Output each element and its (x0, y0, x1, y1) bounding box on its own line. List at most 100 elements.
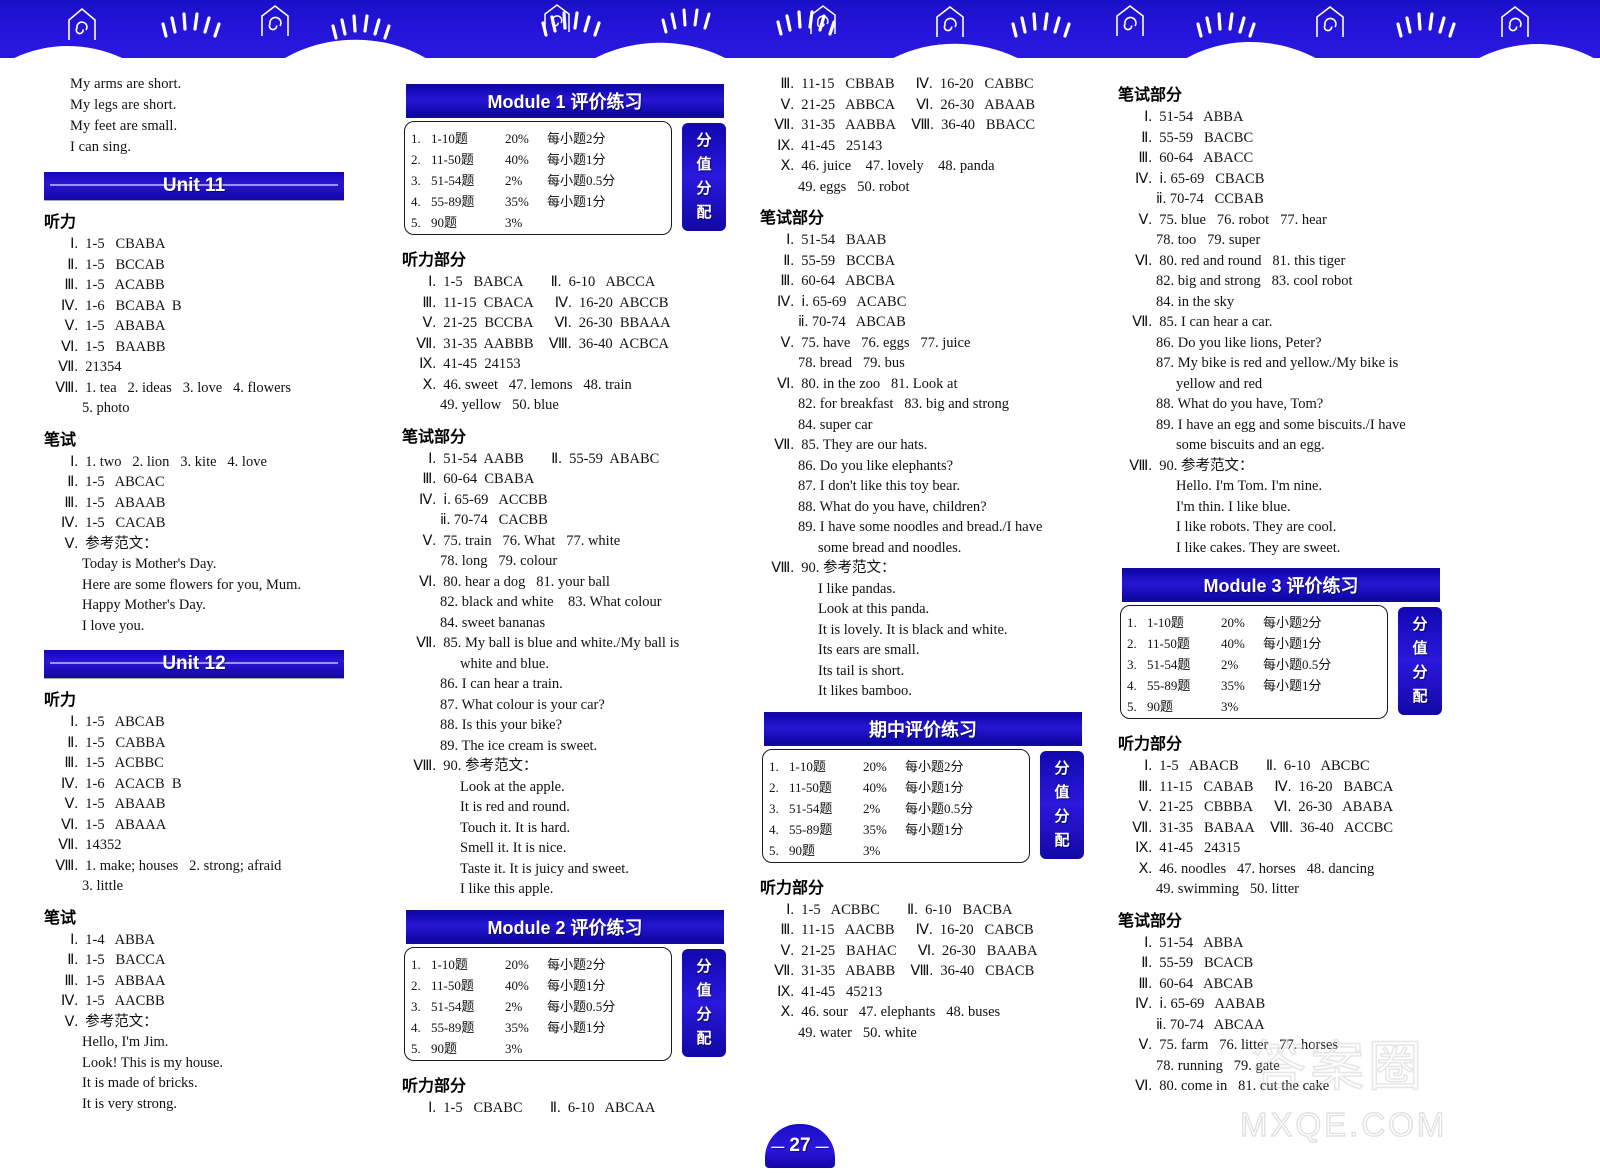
answer-roman-numeral: Ⅱ. (1141, 129, 1152, 146)
badge-char: 分 (1054, 759, 1070, 777)
answer-line: 49. yellow 50. blue (402, 395, 732, 416)
score-row-detail: 每小题2分 (547, 131, 606, 146)
answer-roman-numeral: Ⅱ. (67, 256, 78, 273)
answer-roman-numeral: Ⅲ. (1138, 150, 1152, 166)
score-table-row: 3. 51-54题 2% 每小题0.5分 (411, 996, 671, 1017)
answer-text: 6-10 ABCAA (567, 1099, 656, 1116)
answer-roman-numeral: Ⅲ. (64, 972, 78, 989)
answer-roman-numeral: Ⅶ. (774, 117, 794, 133)
answer-roman-numeral: Ⅷ. (911, 117, 934, 133)
answer-roman-numeral: Ⅱ. (67, 952, 78, 968)
score-row-percent: 35% (1221, 678, 1245, 693)
answer-text: 36-40 BBACC (941, 117, 1036, 133)
answer-text: 1-5 ABCAB (85, 714, 165, 730)
answer-roman-numeral: Ⅳ. (60, 515, 78, 531)
answer-line: 89. I have an egg and some biscuits./I h… (1118, 415, 1448, 436)
answer-roman-numeral: Ⅲ. (1138, 975, 1152, 992)
answer-text: 11-15 CABAB (1159, 778, 1254, 795)
answer-roman-numeral: Ⅲ. (422, 471, 436, 487)
answer-text: 5. photo (82, 400, 130, 416)
answer-line: Ⅱ. 1-5 CABBA (44, 733, 374, 754)
score-table-row: 4. 55-89题 35% 每小题1分 (1127, 675, 1387, 696)
lyric-line: My legs are short. (70, 97, 177, 113)
answer-text: 1-5 ABACB (1159, 758, 1239, 774)
answer-roman-numeral: Ⅴ. (780, 96, 794, 113)
answer-line: white and blue. (402, 654, 732, 675)
listening-heading: 听力 (44, 692, 77, 709)
module-banner-module-3: Module 3 评价练习 (1122, 568, 1440, 602)
answer-text: 84. sweet bananas (440, 614, 546, 631)
answer-text: 88. What do you have, Tom? (1156, 396, 1324, 412)
answer-line: Ⅰ. 1. two 2. lion 3. kite 4. love (44, 452, 374, 473)
spiral-motif-icon (540, 2, 574, 36)
score-row-percent: 3% (863, 842, 881, 858)
score-allocation-box-module-3: 1. 1-10题 20% 每小题2分 2. 11-50题 40% 每小题1分 3. 51-54题 2… (1120, 605, 1442, 723)
answer-roman-numeral: Ⅹ. (422, 376, 436, 393)
answer-line: 87. What colour is your car? (402, 695, 732, 716)
answer-roman-numeral: Ⅲ. (64, 277, 78, 293)
answer-text: It is red and round. (460, 799, 570, 815)
answer-roman-numeral: Ⅶ. (774, 437, 794, 453)
score-row-question-range: 55-89题 (789, 821, 833, 837)
answer-roman-numeral: Ⅴ. (780, 942, 794, 959)
badge-char: 分 (1412, 664, 1428, 681)
score-row-percent: 40% (1221, 636, 1245, 651)
answer-line: 82. big and strong 83. cool robot (1118, 271, 1448, 292)
score-row-question-range: 1-10题 (431, 956, 468, 972)
score-row-detail: 每小题0.5分 (1263, 657, 1332, 672)
song-lyrics-block: My arms are short. My legs are short. My… (44, 74, 374, 158)
score-allocation-box-module-2: 1. 1-10题 20% 每小题2分 2. 11-50题 40% 每小题1分 3. 51-54题 2… (404, 946, 726, 1065)
answer-line: 78. running 79. gate (1118, 1056, 1448, 1077)
badge-char: 分 (696, 180, 712, 197)
answer-text: 78. bread 79. bus (798, 355, 905, 371)
answer-line: Ⅴ. 参考范文： (44, 1012, 374, 1033)
answer-text: I love you. (82, 617, 145, 634)
answer-text: 90. 参考范文： (443, 758, 538, 774)
sunburst-motif-icon (160, 6, 224, 42)
answer-roman-numeral: Ⅵ. (916, 96, 934, 113)
score-allocation-box-midterm: 1. 1-10题 20% 每小题2分 2. 11-50题 40% 每小题1分 3. 51-54题 2… (762, 748, 1084, 867)
answer-text: Its ears are small. (818, 642, 920, 658)
answer-text: 31-35 BABAA (1159, 819, 1255, 836)
answer-text: 1-5 CACAB (85, 515, 166, 531)
score-row-percent: 20% (863, 758, 887, 774)
badge-char: 配 (1054, 831, 1070, 849)
answer-roman-numeral: Ⅵ. (1135, 252, 1152, 269)
unit11-listening-answers: Ⅰ. 1-5 CBABA Ⅱ. 1-5 BCCAB Ⅲ. 1-5 ACABB Ⅳ. 1… (44, 234, 374, 419)
answer-roman-numeral: Ⅰ. (70, 236, 78, 252)
score-table-row: 5. 90题 3% (411, 212, 671, 233)
spiral-motif-icon (930, 3, 970, 43)
answer-line: Hello. I'm Tom. I'm nine. (1118, 476, 1448, 497)
score-row-percent: 40% (505, 977, 529, 993)
answer-text: 49. swimming 50. litter (1156, 881, 1299, 897)
answer-line: 89. I have some noodles and bread./I hav… (760, 517, 1090, 538)
answer-text: 1-5 ACBBC (85, 755, 164, 771)
answer-text: 31-35 AABBB (443, 335, 534, 352)
answer-line: 49. eggs 50. robot (760, 177, 1090, 198)
answer-roman-numeral: Ⅷ. (548, 335, 572, 352)
answer-text: 87. What colour is your car? (440, 696, 605, 713)
answer-line: I like cakes. They are sweet. (1118, 538, 1448, 559)
score-row-index: 5. (411, 1040, 421, 1056)
score-row-index: 3. (411, 998, 421, 1014)
answer-roman-numeral: Ⅶ. (1132, 819, 1152, 836)
page-number: 27 (789, 1135, 811, 1156)
answer-text: 75. have 76. eggs 77. juice (801, 334, 971, 351)
column-4: 笔试部分 Ⅰ. 51-54 ABBA Ⅱ. 55-59 BACBC Ⅲ. 60-64… (1118, 74, 1448, 1118)
answer-text: ⅰ. 65-69 ACABC (801, 293, 907, 310)
answer-text: 1-5 BAABB (85, 338, 166, 355)
answer-text: 41-45 24153 (443, 356, 521, 372)
answer-text: Taste it. It is juicy and sweet. (460, 860, 629, 877)
answer-text: 85. My ball is blue and white./My ball i… (443, 635, 680, 651)
column-3: Ⅲ. 11-15 CBBAB Ⅳ. 16-20 CABBC Ⅴ. 21-25 ABB… (760, 74, 1090, 1118)
answer-line: ⅱ. 70-74 ABCAA (1118, 1015, 1448, 1036)
answer-text: Happy Mother's Day. (82, 597, 206, 613)
answer-roman-numeral: Ⅰ. (1144, 934, 1152, 951)
answer-roman-numeral: Ⅴ. (422, 315, 436, 331)
answer-line: Ⅹ. 46. sweet 47. lemons 48. train (402, 375, 732, 396)
answer-roman-numeral: Ⅱ. (67, 734, 78, 751)
answer-text: Its tail is short. (818, 662, 905, 679)
answer-text: 41-45 25143 (801, 137, 883, 154)
score-row-index: 3. (411, 173, 421, 188)
answer-line: Ⅷ. 1. make; houses 2. strong; afraid (44, 856, 374, 877)
